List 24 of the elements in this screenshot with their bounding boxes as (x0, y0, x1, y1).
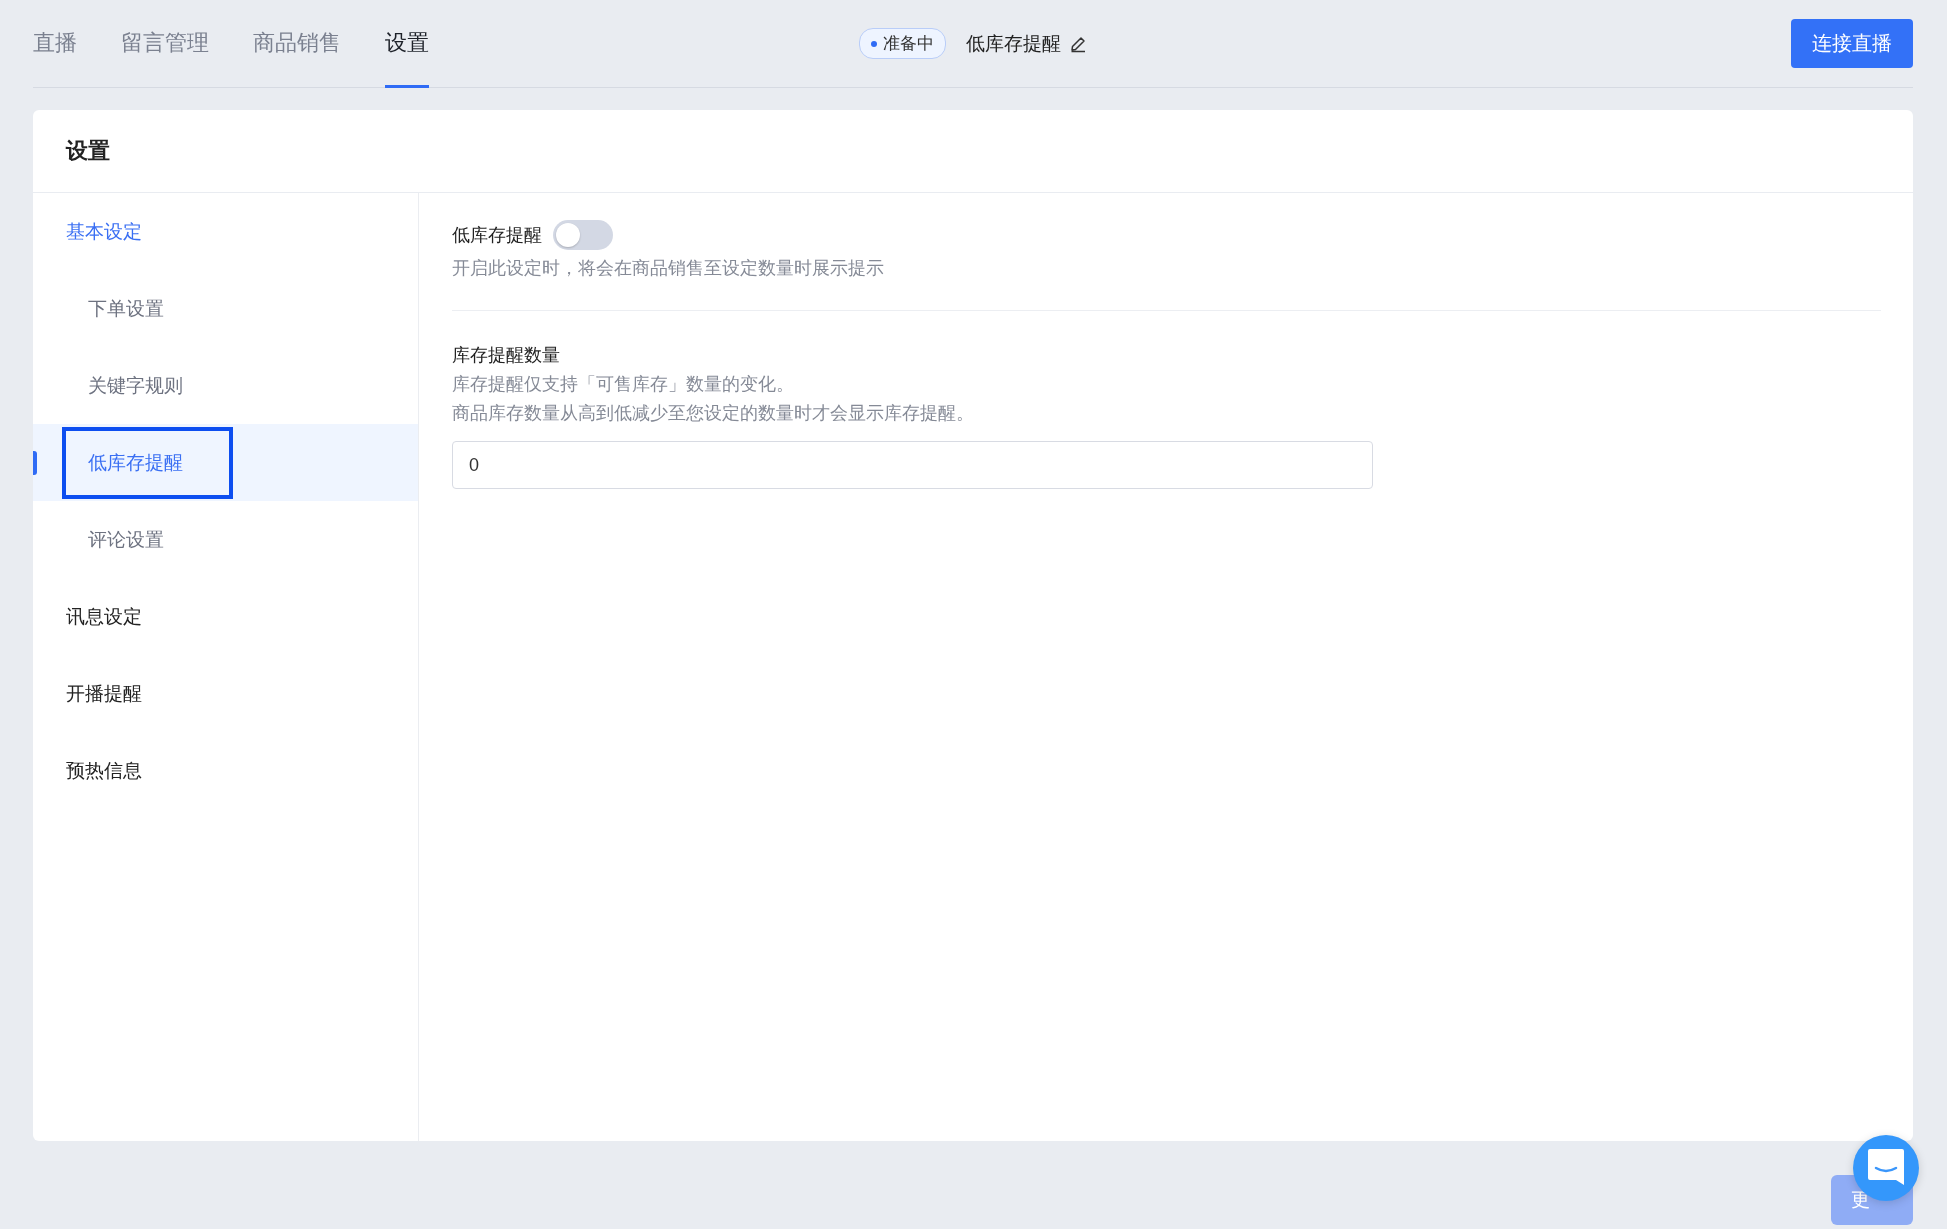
nav-tab[interactable]: 设置 (385, 0, 429, 88)
field-hint: 库存提醒仅支持「可售库存」数量的变化。 (452, 373, 795, 396)
pencil-icon[interactable] (1069, 34, 1087, 53)
toggle-hint: 开启此设定时，将会在商品销售至设定数量时展示提示 (452, 257, 885, 280)
sidebar-item[interactable]: 基本设定 (33, 193, 142, 270)
status-badge: 准备中 (859, 28, 946, 59)
field-label: 库存提醒数量 (452, 344, 561, 367)
field-hint: 商品库存数量从高到低减少至您设定的数量时才会显示库存提醒。 (452, 402, 975, 425)
page-title: 低库存提醒 (966, 31, 1061, 56)
card-title: 设置 (66, 137, 110, 165)
sidebar-subitem[interactable]: 关键字规则 (62, 349, 209, 422)
toggle-switch[interactable] (553, 220, 613, 250)
connect-live-button[interactable]: 连接直播 (1791, 19, 1913, 68)
sidebar-item[interactable]: 开播提醒 (33, 655, 142, 732)
toggle-label: 低库存提醒 (452, 224, 542, 247)
sidebar-subitem[interactable]: 下单设置 (62, 272, 190, 345)
sidebar-subitem[interactable]: 低库存提醒 (62, 426, 233, 499)
sidebar-item[interactable]: 讯息设定 (33, 578, 142, 655)
nav-tab[interactable]: 直播 (33, 0, 77, 88)
quantity-input[interactable]: 0 (452, 441, 1373, 489)
nav-tab[interactable]: 留言管理 (121, 0, 209, 88)
nav-tab[interactable]: 商品销售 (253, 0, 341, 88)
sidebar-item[interactable]: 预热信息 (33, 732, 142, 809)
sidebar-subitem[interactable]: 评论设置 (62, 503, 190, 576)
